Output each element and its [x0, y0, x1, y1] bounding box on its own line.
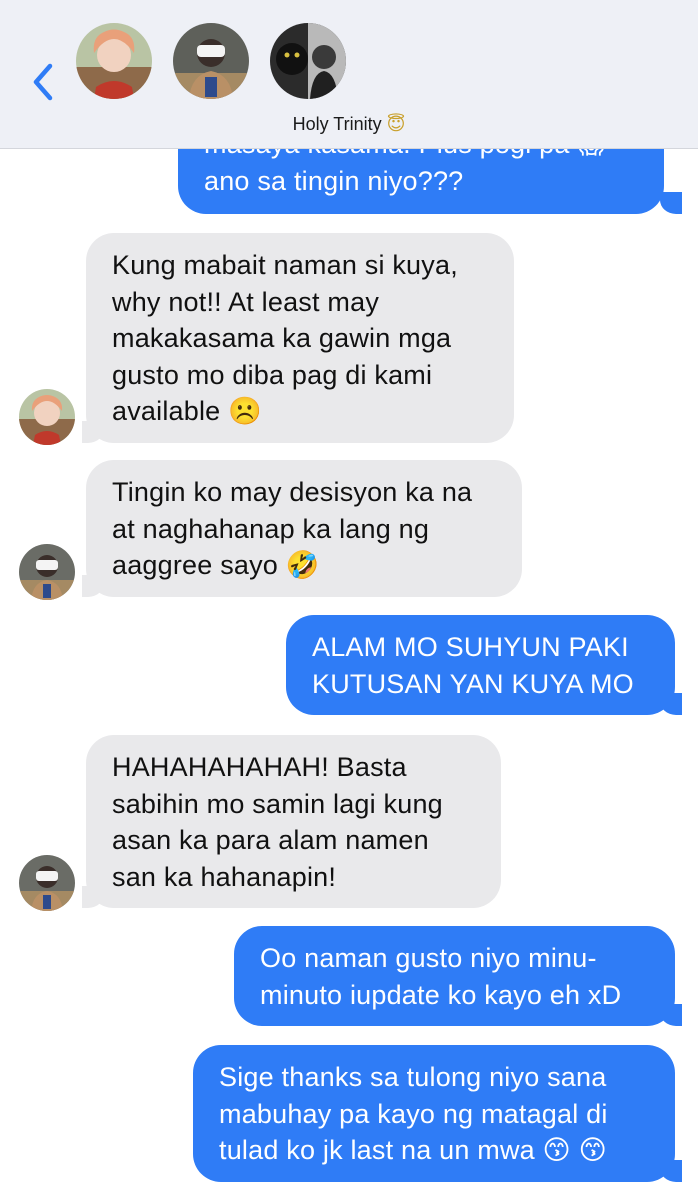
message-line: Tingin ko may desisyon ka na [112, 477, 473, 507]
avatar-photo-1 [76, 23, 152, 99]
message-line: why not!! At least may [112, 286, 380, 317]
message-line: minuto iupdate ko kayo eh xD [260, 979, 622, 1010]
message-line: makakasama ka gawin mga [112, 323, 452, 353]
group-avatar-3[interactable] [270, 23, 346, 99]
avatar[interactable] [19, 389, 75, 445]
message-line: Oo naman gusto niyo minu- [260, 943, 597, 973]
message-bubble-incoming[interactable]: HAHAHAHAHAH! Basta sabihin mo samin lagi… [86, 735, 501, 908]
bubble-tail [660, 192, 696, 214]
message-line: ano sa tingin niyo??? [204, 165, 464, 196]
message-bubble-outgoing[interactable]: Sige thanks sa tulong niyo sana mabuhay … [193, 1045, 675, 1182]
message-line: ALAM MO SUHYUN PAKI [312, 632, 629, 662]
bubble-tail [660, 1004, 696, 1026]
message-line: KUTUSAN YAN KUYA MO [312, 668, 634, 699]
back-button[interactable] [28, 62, 58, 102]
group-name[interactable]: Holy Trinity 😇 [0, 114, 698, 135]
message-line: HAHAHAHAHAH! Basta [112, 752, 407, 782]
message-line: aaggree sayo 🤣 [112, 550, 320, 580]
group-avatar-1[interactable] [76, 23, 152, 99]
avatar-photo-1 [19, 389, 75, 445]
group-name-text: Holy Trinity [292, 114, 382, 134]
group-avatar-2[interactable] [173, 23, 249, 99]
message-line: mabuhay pa kayo ng matagal di [219, 1098, 608, 1129]
avatar-photo-2 [19, 544, 75, 600]
bubble-tail [660, 693, 696, 715]
message-bubble-outgoing[interactable]: ALAM MO SUHYUN PAKI KUTUSAN YAN KUYA MO [286, 615, 675, 715]
smiling-halo-emoji-icon: 😇 [386, 114, 406, 135]
message-line: sabihin mo samin lagi kung [112, 788, 443, 819]
message-line: gusto mo diba pag di kami [112, 359, 433, 390]
message-line: available ☹️ [112, 396, 262, 426]
avatar-photo-3 [19, 855, 75, 911]
message-line: Sige thanks sa tulong niyo sana [219, 1062, 607, 1092]
chevron-left-icon [33, 63, 53, 101]
message-line: san ka hahanapin! [112, 861, 337, 892]
message-line: tulad ko jk last na un mwa 😙 😙 [219, 1135, 607, 1165]
message-thread: masaya kasama. Plus pogi pa 😱 ano sa tin… [0, 0, 698, 1200]
avatar[interactable] [19, 855, 75, 911]
avatar-photo-3 [270, 23, 346, 99]
message-line: Kung mabait naman si kuya, [112, 250, 458, 280]
message-line: at naghahanap ka lang ng [112, 513, 430, 544]
message-bubble-incoming[interactable]: Kung mabait naman si kuya, why not!! At … [86, 233, 514, 443]
conversation-header: Holy Trinity 😇 [0, 0, 698, 149]
message-line: asan ka para alam namen [112, 825, 429, 855]
avatar-photo-2 [173, 23, 249, 99]
bubble-tail [660, 1160, 696, 1182]
avatar[interactable] [19, 544, 75, 600]
message-bubble-incoming[interactable]: Tingin ko may desisyon ka na at naghahan… [86, 460, 522, 597]
message-bubble-outgoing[interactable]: Oo naman gusto niyo minu- minuto iupdate… [234, 926, 675, 1026]
